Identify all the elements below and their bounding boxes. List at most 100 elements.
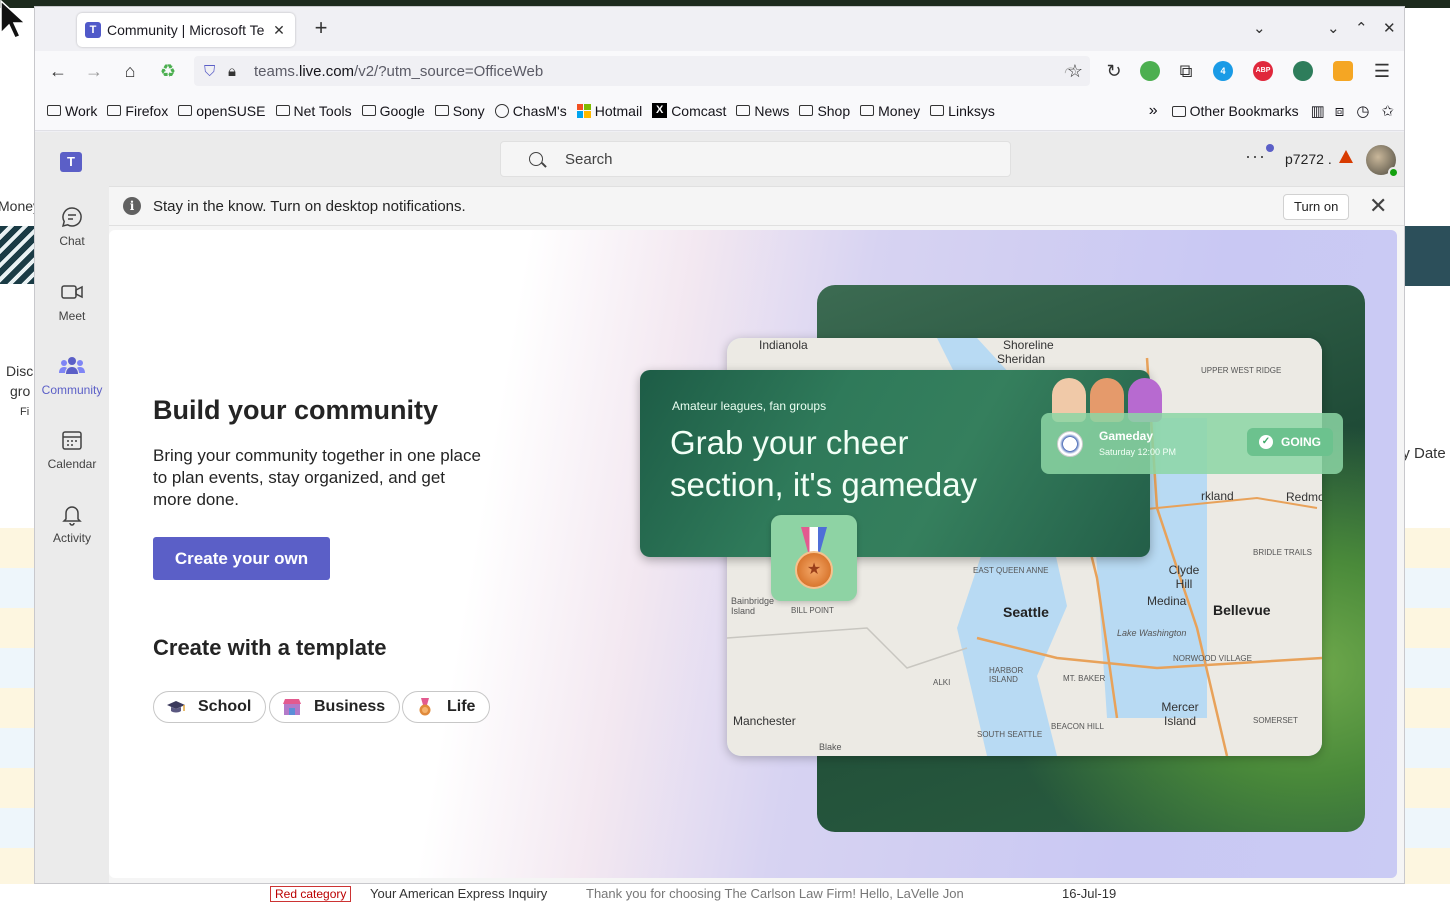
template-life-button[interactable]: Life — [402, 691, 491, 723]
forward-icon[interactable]: → — [83, 60, 105, 82]
bookmarks-toolbar: Work Firefox openSUSE Net Tools Google S… — [35, 91, 1404, 131]
other-bookmarks[interactable]: Other Bookmarks — [1171, 103, 1299, 119]
template-school-button[interactable]: School — [153, 691, 267, 723]
notification-banner: i Stay in the know. Turn on desktop noti… — [109, 186, 1404, 226]
search-input[interactable]: Search — [500, 141, 1011, 177]
user-name[interactable]: p7272 . — [1285, 151, 1332, 167]
bookmark-google[interactable]: Google — [361, 103, 425, 119]
mouse-cursor-icon — [0, 0, 26, 39]
menu-icon[interactable]: ☰ — [1371, 60, 1393, 82]
intro-text: Bring your community together in one pla… — [153, 446, 481, 509]
rail-item-community[interactable]: Community — [35, 345, 109, 411]
background-email-row: Red category Your American Express Inqui… — [0, 884, 1450, 902]
extensions-puzzle-icon[interactable]: ⧉ — [1175, 60, 1197, 82]
reload-icon[interactable]: ↻ — [1103, 60, 1125, 82]
video-icon — [59, 279, 85, 305]
close-banner-icon[interactable]: ✕ — [1369, 193, 1387, 219]
extension-2-icon[interactable]: 4 — [1213, 61, 1233, 81]
rail-item-meet[interactable]: Meet — [35, 271, 109, 337]
calendar-icon — [59, 427, 85, 453]
list-tabs-icon[interactable]: ⌄ — [1253, 19, 1266, 37]
synced-tabs-icon[interactable]: ⧈ — [1335, 103, 1345, 120]
page-title: Build your community — [153, 395, 439, 425]
folder-icon — [799, 105, 814, 116]
hero-headline: Grab your cheer section, it's gameday — [670, 424, 978, 503]
extension-shield-icon[interactable] — [1333, 61, 1353, 81]
browser-tab[interactable]: T Community | Microsoft Te ✕ — [77, 13, 295, 47]
folder-icon — [361, 105, 376, 116]
notification-dot — [1266, 144, 1274, 152]
folder-icon — [930, 105, 945, 116]
community-icon — [59, 353, 85, 379]
back-icon[interactable]: ← — [47, 60, 69, 82]
bookmark-hotmail[interactable]: Hotmail — [576, 103, 642, 119]
rail-item-calendar[interactable]: Calendar — [35, 419, 109, 485]
folder-icon — [47, 105, 61, 116]
home-icon[interactable]: ⌂ — [119, 60, 141, 82]
teams-logo-icon[interactable]: T — [60, 152, 82, 172]
extension-1-icon[interactable] — [1140, 61, 1160, 81]
bookmark-news[interactable]: News — [736, 103, 789, 119]
bookmark-chasms[interactable]: ChasM's — [494, 103, 567, 119]
create-your-own-button[interactable]: Create your own — [153, 537, 330, 580]
chevron-more-icon[interactable]: » — [1149, 102, 1158, 120]
rail-item-activity[interactable]: Activity — [35, 493, 109, 559]
extension-3-icon[interactable] — [1293, 61, 1313, 81]
app-rail: T Chat Meet Community Calendar Activity — [35, 132, 109, 883]
url-bar[interactable]: ⛉ 🔒︎ teams. live.com/v2/?utm_source=Offic… — [194, 56, 1090, 86]
shield-icon[interactable]: ⛉ — [204, 63, 215, 80]
more-options-icon[interactable]: ··· — [1245, 146, 1266, 167]
soccer-ball-icon — [1057, 431, 1083, 457]
bookmarks-right: » Other Bookmarks ▥ ⧈ ◷ ✩ — [1149, 91, 1394, 131]
close-window-icon[interactable]: ✕ — [1383, 19, 1396, 37]
event-card: Gameday Saturday 12:00 PM ✓ GOING — [1041, 413, 1343, 474]
folder-icon — [736, 105, 751, 116]
bookmark-net-tools[interactable]: Net Tools — [275, 103, 352, 119]
close-tab-icon[interactable]: ✕ — [271, 22, 287, 39]
warning-icon[interactable] — [1339, 150, 1353, 163]
bookmark-work[interactable]: Work — [47, 103, 97, 119]
going-badge: ✓ GOING — [1247, 428, 1333, 456]
new-tab-button[interactable]: + — [309, 17, 333, 41]
bookmark-star-icon[interactable]: ☆ — [1064, 60, 1086, 82]
tab-title: Community | Microsoft Te — [107, 22, 265, 38]
bookmark-firefox[interactable]: Firefox — [107, 103, 168, 119]
notification-text: Stay in the know. Turn on desktop notifi… — [153, 197, 466, 215]
folder-icon — [860, 105, 875, 116]
chat-icon — [59, 204, 85, 230]
navigation-bar: ← → ⌂ ♻ ⛉ 🔒︎ teams. live.com/v2/?utm_sour… — [35, 51, 1404, 91]
folder-icon — [178, 105, 193, 116]
medal-tile: ★ — [771, 515, 857, 601]
browser-window: T Community | Microsoft Te ✕ + ⌄ ⌄ ⌃ ✕ ←… — [34, 6, 1405, 884]
background-window-left: Money Disc gro Fi — [0, 8, 34, 902]
sidebar-icon[interactable]: ▥ — [1311, 102, 1325, 120]
bookmark-linksys[interactable]: Linksys — [930, 103, 995, 119]
bookmark-money[interactable]: Money — [860, 103, 920, 119]
minimize-icon[interactable]: ⌄ — [1327, 19, 1340, 37]
lock-icon[interactable]: 🔒︎ — [228, 63, 236, 80]
folder-icon — [434, 105, 449, 116]
info-icon: i — [123, 197, 141, 215]
bookmark-manager-icon[interactable]: ✩ — [1381, 102, 1394, 120]
bookmark-comcast[interactable]: X Comcast — [652, 103, 726, 119]
rail-item-chat[interactable]: Chat — [35, 196, 109, 262]
turn-on-button[interactable]: Turn on — [1283, 194, 1350, 220]
template-business-button[interactable]: Business — [269, 691, 401, 723]
bookmark-opensuse[interactable]: openSUSE — [178, 103, 266, 119]
history-icon[interactable]: ◷ — [1356, 102, 1369, 120]
adblock-icon[interactable]: ABP — [1253, 61, 1273, 81]
background-window-right: ly Date — [1405, 8, 1450, 902]
presence-status-icon — [1388, 167, 1399, 178]
maximize-icon[interactable]: ⌃ — [1355, 19, 1368, 37]
shop-icon — [282, 698, 302, 716]
teams-top-bar: Search ··· p7272 . — [109, 132, 1404, 186]
extension-leaf-icon[interactable]: ♻ — [157, 60, 179, 82]
bookmark-sony[interactable]: Sony — [434, 103, 485, 119]
event-time: Saturday 12:00 PM — [1099, 447, 1177, 457]
graduation-cap-icon — [166, 698, 186, 716]
hero-kicker: Amateur leagues, fan groups — [672, 399, 827, 413]
x-icon: X — [652, 103, 668, 118]
bookmark-shop[interactable]: Shop — [799, 103, 850, 119]
template-heading: Create with a template — [153, 635, 387, 660]
tab-strip: T Community | Microsoft Te ✕ + ⌄ ⌄ ⌃ ✕ — [35, 7, 1404, 51]
